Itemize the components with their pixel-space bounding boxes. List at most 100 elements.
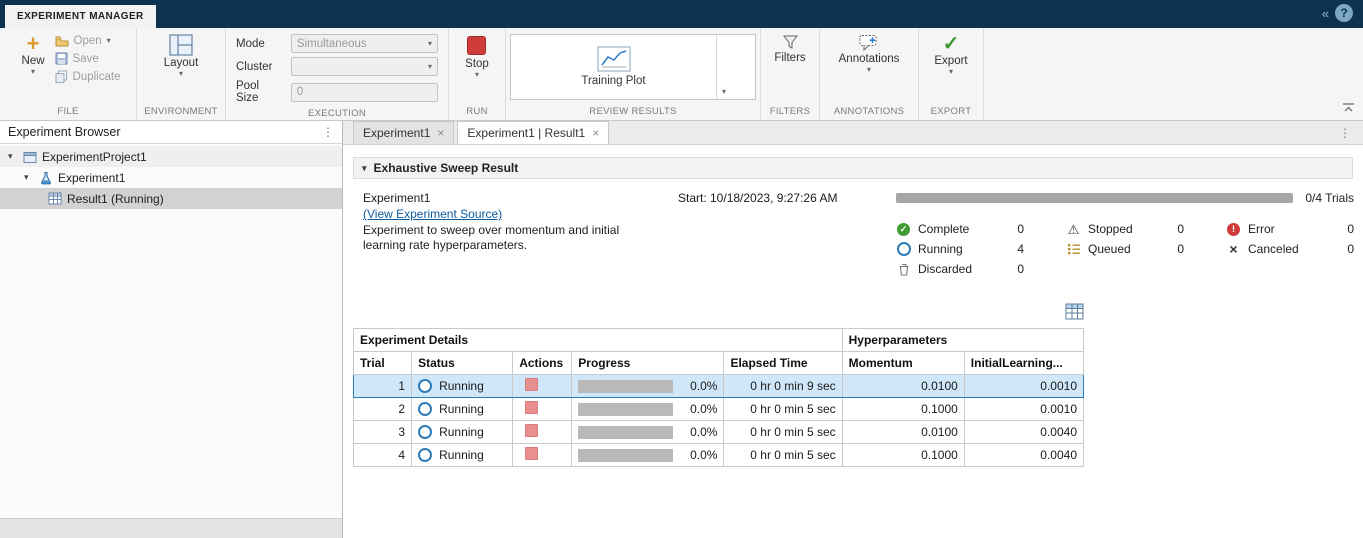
stop-trial-button[interactable]: [525, 424, 539, 437]
running-icon: [418, 379, 433, 393]
col-header-actions[interactable]: Actions: [512, 351, 573, 375]
tabbar-menu-icon[interactable]: ⋮: [1339, 126, 1351, 140]
section-environment: Layout ▾ ENVIRONMENT: [137, 28, 226, 120]
trial-progress-bar: [578, 448, 673, 462]
chevron-down-icon: ▾: [948, 67, 953, 76]
tree-item-experiment1[interactable]: ▾ Experiment1: [0, 167, 342, 188]
cluster-select[interactable]: ▾: [290, 57, 438, 76]
section-label-file: FILE: [57, 106, 79, 117]
progress-cell: 0.0%: [571, 374, 725, 398]
status-queued: Queued 0: [1066, 241, 1184, 257]
save-icon: [55, 52, 68, 65]
chevron-down-icon: ▾: [427, 38, 432, 48]
progress-cell: 0.0%: [571, 443, 725, 467]
chevron-left-icon[interactable]: «: [1322, 6, 1329, 21]
open-button[interactable]: Open ▾: [55, 35, 121, 47]
collapse-arrow-icon: ▾: [362, 162, 367, 173]
stop-trial-button[interactable]: [525, 401, 539, 414]
tree-item-label: Experiment1: [58, 170, 126, 185]
tab-experiment1-result1[interactable]: Experiment1 | Result1 ×: [457, 121, 610, 144]
actions-cell: [512, 443, 573, 467]
export-button[interactable]: ✓ Export ▾: [928, 32, 973, 78]
status-label: Running: [918, 242, 963, 256]
col-header-status[interactable]: Status: [411, 351, 514, 375]
tree-item-label: ExperimentProject1: [42, 149, 147, 164]
layout-icon: [169, 34, 193, 56]
duplicate-button[interactable]: Duplicate: [55, 70, 121, 83]
save-button[interactable]: Save: [55, 52, 121, 65]
exhaustive-sweep-header[interactable]: ▾ Exhaustive Sweep Result: [353, 157, 1353, 179]
queue-list-icon: [1066, 243, 1081, 255]
tree-item-experimentproject1[interactable]: ▾ ExperimentProject1: [0, 146, 342, 167]
help-button[interactable]: ?: [1335, 4, 1353, 22]
table-row[interactable]: 4 Running 0.0% 0 hr 0 min 5 sec 0.1000 0…: [352, 443, 1085, 467]
poolsize-label: Pool Size: [236, 80, 260, 104]
stop-icon: [467, 36, 487, 55]
panel-menu-icon[interactable]: ⋮: [322, 125, 334, 139]
close-icon[interactable]: ×: [592, 127, 599, 139]
trial-cell: 4: [352, 443, 413, 467]
expand-arrow-icon[interactable]: ▾: [8, 151, 18, 162]
expand-arrow-icon[interactable]: ▾: [24, 172, 34, 183]
status-label: Error: [1248, 222, 1275, 236]
filters-label: Filters: [774, 52, 806, 64]
filter-funnel-icon: [782, 34, 799, 51]
initial-learning-cell: 0.0010: [963, 374, 1085, 398]
new-button[interactable]: + New ▾: [16, 32, 51, 83]
result-table-icon: [48, 192, 62, 205]
mode-select[interactable]: Simultaneous ▾: [290, 34, 438, 53]
view-experiment-source-link[interactable]: (View Experiment Source): [363, 207, 502, 221]
poolsize-input[interactable]: 0: [290, 82, 438, 102]
minimize-ribbon-button[interactable]: [1342, 102, 1355, 116]
titlebar-controls: « ?: [1322, 4, 1353, 22]
section-filters: Filters FILTERS: [761, 28, 820, 120]
trial-progress-bar: [578, 379, 673, 393]
close-icon[interactable]: ×: [437, 127, 444, 139]
section-label-filters: FILTERS: [769, 106, 811, 117]
app-tab-experiment-manager[interactable]: EXPERIMENT MANAGER: [5, 5, 156, 28]
experiment-manager-window: EXPERIMENT MANAGER « ? + New ▾ Open ▾ Sa…: [0, 0, 1363, 538]
annotations-button[interactable]: Annotations ▾: [833, 32, 906, 76]
status-stopped: ⚠ Stopped 0: [1066, 221, 1184, 237]
col-header-elapsed-time[interactable]: Elapsed Time: [723, 351, 843, 375]
stop-button[interactable]: Stop ▾: [459, 32, 495, 81]
status-label: Complete: [918, 222, 970, 236]
table-column-header-row: Trial Status Actions Progress Elapsed Ti…: [352, 351, 1085, 375]
table-row[interactable]: 1 Running 0.0% 0 hr 0 min 9 sec 0.0100 0…: [352, 374, 1085, 398]
left-panel-scrollbar[interactable]: [0, 518, 342, 538]
stop-trial-button[interactable]: [525, 378, 539, 391]
col-header-momentum[interactable]: Momentum: [841, 351, 965, 375]
table-row[interactable]: 3 Running 0.0% 0 hr 0 min 5 sec 0.0100 0…: [352, 420, 1085, 444]
col-header-trial[interactable]: Trial: [352, 351, 413, 375]
section-annotations: Annotations ▾ ANNOTATIONS: [820, 28, 919, 120]
table-row[interactable]: 2 Running 0.0% 0 hr 0 min 5 sec 0.1000 0…: [352, 397, 1085, 421]
gallery-expand-button[interactable]: ▾: [716, 35, 731, 99]
overall-progress-fill: [896, 193, 1294, 203]
layout-button[interactable]: Layout ▾: [158, 32, 205, 80]
tab-experiment1[interactable]: Experiment1 ×: [353, 121, 455, 144]
tree-item-result1[interactable]: Result1 (Running): [0, 188, 342, 209]
stop-trial-button[interactable]: [525, 447, 539, 460]
training-plot-button[interactable]: Training Plot: [511, 35, 716, 99]
col-header-progress[interactable]: Progress: [571, 351, 725, 375]
choose-columns-button[interactable]: [1065, 303, 1084, 323]
experiment-tree: ▾ ExperimentProject1 ▾ Experiment1 Resul…: [0, 144, 342, 209]
col-header-initial-learning[interactable]: InitialLearning...: [963, 351, 1085, 375]
trash-icon: [896, 263, 911, 276]
duplicate-label: Duplicate: [72, 70, 121, 83]
document-tab-bar: Experiment1 × Experiment1 | Result1 × ⋮: [343, 121, 1363, 145]
status-label: Stopped: [1088, 222, 1133, 236]
section-file: + New ▾ Open ▾ Save Duplicate FILE: [0, 28, 137, 120]
running-icon: [418, 425, 433, 439]
chevron-down-icon: ▾: [474, 70, 479, 79]
group-header-hyperparameters: Hyperparameters: [841, 328, 1085, 352]
momentum-cell: 0.0100: [841, 420, 965, 444]
filters-button[interactable]: Filters: [768, 32, 811, 66]
project-icon: [23, 150, 37, 164]
experiment-description: Experiment to sweep over momentum and in…: [363, 223, 620, 252]
trials-count: 0/4 Trials: [1305, 191, 1354, 205]
running-icon: [418, 448, 433, 462]
export-label: Export: [934, 55, 968, 67]
section-label-execution: EXECUTION: [307, 108, 367, 119]
warning-triangle-icon: ⚠: [1067, 221, 1080, 237]
